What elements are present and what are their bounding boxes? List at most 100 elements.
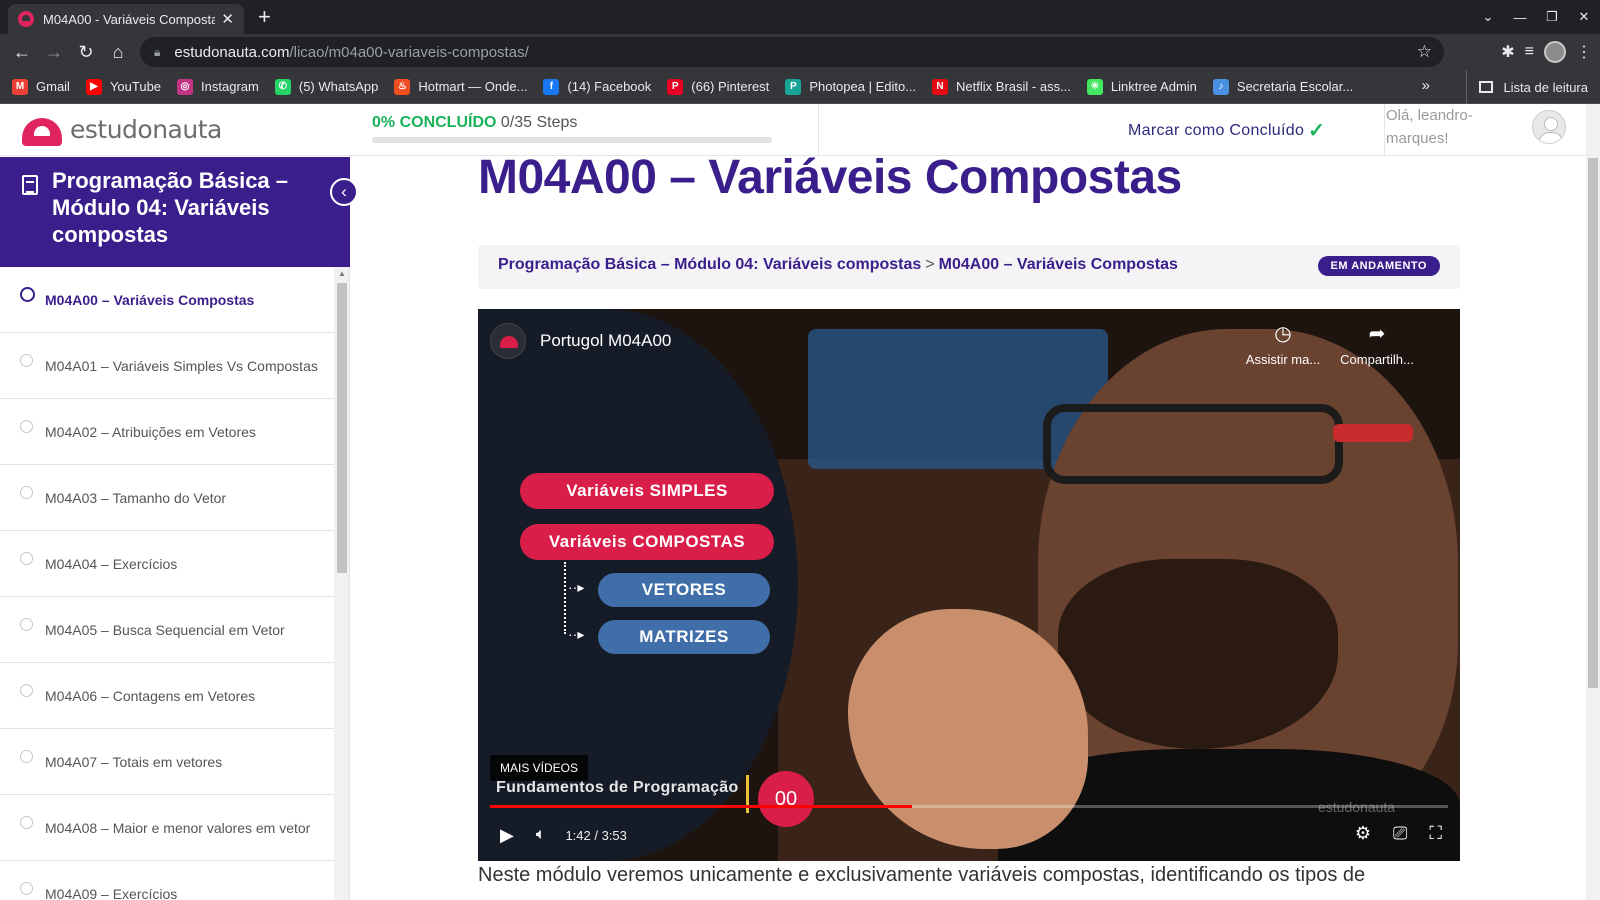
- play-icon[interactable]: ▶: [500, 825, 514, 846]
- page-scrollbar[interactable]: [1586, 104, 1600, 900]
- bookmark-item[interactable]: ♨ Hotmart — Onde...: [394, 78, 527, 95]
- bookmark-label: Photopea | Edito...: [809, 79, 917, 94]
- lesson-item[interactable]: M04A08 – Maior e menor valores em vetor: [0, 795, 334, 861]
- bookmark-item[interactable]: N Netflix Brasil - ass...: [932, 78, 1071, 95]
- lesson-incomplete-icon: [20, 750, 33, 763]
- media-control-icon[interactable]: ≡: [1525, 43, 1534, 61]
- slide-arrow-icon: ··▸: [568, 626, 585, 642]
- reading-list-button[interactable]: Lista de leitura: [1466, 70, 1588, 104]
- lesson-item[interactable]: M04A04 – Exercícios: [0, 531, 334, 597]
- back-icon[interactable]: ←: [6, 42, 38, 63]
- minimize-button[interactable]: —: [1504, 10, 1536, 25]
- breadcrumb: Programação Básica – Módulo 04: Variávei…: [478, 245, 1460, 289]
- video-player[interactable]: Variáveis SIMPLES Variáveis COMPOSTAS ··…: [478, 309, 1460, 861]
- lesson-item[interactable]: M04A09 – Exercícios: [0, 861, 334, 900]
- browser-tab-strip: M04A00 - Variáveis Composta ✕ + ⌄ — ❐ ✕: [0, 0, 1600, 34]
- lesson-label: M04A02 – Atribuições em Vetores: [45, 423, 256, 440]
- chevron-left-icon: ‹: [341, 182, 347, 201]
- address-bar[interactable]: 🔒︎ estudonauta.com/licao/m04a00-variavei…: [140, 37, 1444, 67]
- mark-complete-button[interactable]: Marcar como Concluído ✓: [1128, 118, 1325, 143]
- channel-logo[interactable]: [490, 323, 526, 359]
- bookmark-item[interactable]: M Gmail: [12, 78, 70, 95]
- lesson-incomplete-icon: [20, 552, 33, 565]
- course-title[interactable]: Programação Básica – Módulo 04: Variávei…: [52, 167, 332, 248]
- reload-icon[interactable]: ↻: [70, 42, 102, 63]
- collapse-sidebar-button[interactable]: ‹: [330, 178, 358, 206]
- page-scroll-thumb[interactable]: [1588, 158, 1598, 688]
- bookmark-item[interactable]: ◎ Instagram: [177, 78, 259, 95]
- cast-icon[interactable]: ⎚: [1393, 823, 1407, 844]
- bookmark-item[interactable]: ✆ (5) WhatsApp: [274, 78, 379, 95]
- restore-button[interactable]: ❐: [1536, 9, 1568, 25]
- bookmark-favicon-icon: P: [667, 78, 684, 95]
- bookmark-item[interactable]: ✳ Linktree Admin: [1086, 78, 1197, 95]
- sidebar-scrollbar[interactable]: ▲: [334, 267, 350, 900]
- close-window-button[interactable]: ✕: [1568, 9, 1600, 25]
- breadcrumb-lesson-link[interactable]: M04A00 – Variáveis Compostas: [939, 256, 1178, 273]
- lesson-incomplete-icon: [20, 684, 33, 697]
- extensions-icon[interactable]: ✱: [1501, 42, 1514, 62]
- more-videos-button[interactable]: MAIS VÍDEOS: [490, 755, 589, 781]
- bookmark-favicon-icon: ✳: [1086, 78, 1103, 95]
- menu-kebab-icon[interactable]: ⋮: [1576, 42, 1592, 62]
- slide-composite-pill: Variáveis COMPOSTAS: [520, 524, 774, 560]
- lesson-item[interactable]: M04A07 – Totais em vetores: [0, 729, 334, 795]
- bookmark-item[interactable]: P Photopea | Edito...: [785, 78, 917, 95]
- bookmark-label: (5) WhatsApp: [298, 79, 379, 94]
- bookmark-item[interactable]: ▶ YouTube: [85, 78, 162, 95]
- lesson-incomplete-icon: [20, 618, 33, 631]
- slide-tree-line: [564, 562, 566, 634]
- lesson-item[interactable]: M04A03 – Tamanho do Vetor: [0, 465, 334, 531]
- breadcrumb-separator: >: [925, 256, 935, 273]
- bookmark-label: (14) Facebook: [567, 79, 652, 94]
- share-label: Compartilh...: [1340, 352, 1414, 367]
- page-title: M04A00 – Variáveis Compostas: [478, 151, 1182, 204]
- share-button[interactable]: ➦ Compartilh...: [1334, 321, 1420, 367]
- bookmark-star-icon[interactable]: ☆: [1417, 42, 1432, 62]
- lesson-label: M04A08 – Maior e menor valores em vetor: [45, 819, 311, 836]
- checkmark-icon: ✓: [1308, 120, 1326, 142]
- user-greeting[interactable]: Olá, leandro-marques!: [1386, 104, 1516, 150]
- forward-icon[interactable]: →: [38, 42, 70, 63]
- watch-later-button[interactable]: ◷ Assistir ma...: [1240, 321, 1326, 367]
- bookmark-label: Instagram: [201, 79, 259, 94]
- settings-gear-icon[interactable]: ⚙: [1355, 823, 1371, 844]
- browser-toolbar: ← → ↻ ⌂ 🔒︎ estudonauta.com/licao/m04a00-…: [0, 34, 1600, 70]
- new-tab-button[interactable]: +: [258, 4, 271, 30]
- home-icon[interactable]: ⌂: [102, 42, 134, 63]
- bookmark-item[interactable]: ♪ Secretaria Escolar...: [1212, 78, 1354, 95]
- sidebar-scroll-thumb[interactable]: [337, 283, 347, 573]
- header-divider: [1384, 104, 1385, 156]
- tab-search-icon[interactable]: ⌄: [1472, 9, 1504, 25]
- lesson-item[interactable]: M04A05 – Busca Sequencial em Vetor: [0, 597, 334, 663]
- user-avatar[interactable]: [1532, 110, 1566, 144]
- volume-icon[interactable]: 🔈︎: [536, 826, 546, 844]
- watch-later-label: Assistir ma...: [1245, 352, 1321, 367]
- bookmark-label: Gmail: [36, 79, 70, 94]
- tab-title: M04A00 - Variáveis Composta: [43, 11, 216, 27]
- lesson-item[interactable]: M04A00 – Variáveis Compostas: [0, 267, 334, 333]
- bookmark-favicon-icon: M: [12, 78, 28, 95]
- close-tab-icon[interactable]: ✕: [221, 10, 234, 28]
- video-progress-bar[interactable]: [490, 805, 1448, 808]
- bookmark-item[interactable]: f (14) Facebook: [543, 78, 652, 95]
- bookmark-label: YouTube: [109, 79, 162, 94]
- lock-icon[interactable]: 🔒︎: [154, 45, 160, 60]
- bookmark-item[interactable]: P (66) Pinterest: [667, 78, 769, 95]
- bookmarks-overflow-icon[interactable]: »: [1422, 77, 1430, 94]
- video-time: 1:42 / 3:53: [565, 827, 627, 843]
- lesson-item[interactable]: M04A02 – Atribuições em Vetores: [0, 399, 334, 465]
- scroll-up-icon[interactable]: ▲: [338, 269, 346, 278]
- fullscreen-icon[interactable]: ⛶: [1429, 823, 1442, 844]
- profile-avatar-icon[interactable]: [1544, 41, 1566, 63]
- lesson-label: M04A05 – Busca Sequencial em Vetor: [45, 621, 285, 638]
- video-title[interactable]: Portugol M04A00: [540, 331, 671, 351]
- site-logo[interactable]: estudonauta: [18, 112, 222, 146]
- browser-tab-active[interactable]: M04A00 - Variáveis Composta ✕: [8, 4, 244, 34]
- progress-percent: 0% CONCLUÍDO: [372, 114, 497, 131]
- breadcrumb-course-link[interactable]: Programação Básica – Módulo 04: Variávei…: [498, 256, 921, 273]
- bookmark-label: Secretaria Escolar...: [1236, 79, 1354, 94]
- lesson-item[interactable]: M04A01 – Variáveis Simples Vs Compostas: [0, 333, 334, 399]
- lesson-item[interactable]: M04A06 – Contagens em Vetores: [0, 663, 334, 729]
- progress-label: 0% CONCLUÍDO 0/35 Steps: [372, 114, 772, 132]
